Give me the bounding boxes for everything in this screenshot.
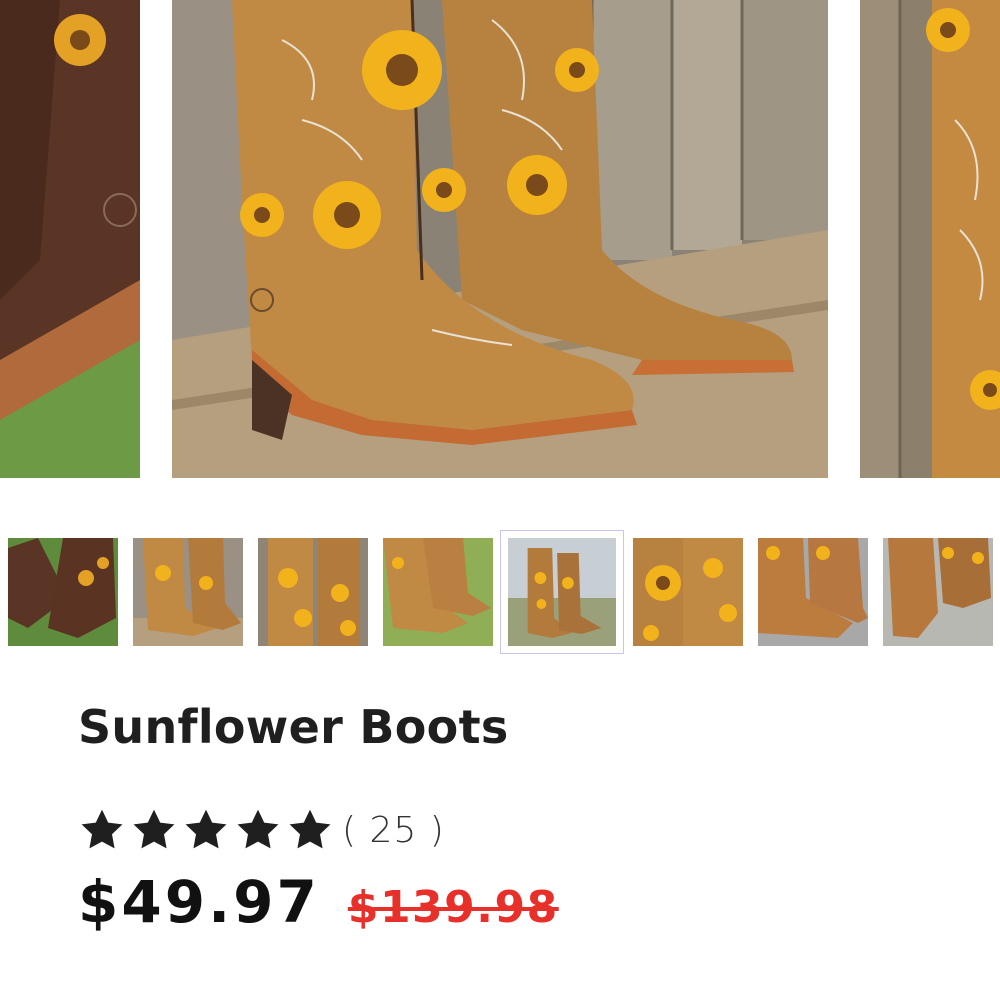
product-image-carousel[interactable] bbox=[0, 0, 1000, 478]
main-product-image[interactable] bbox=[172, 0, 828, 478]
thumbnail-2[interactable] bbox=[133, 538, 243, 646]
star-icon bbox=[78, 806, 126, 854]
thumbnail-5-active[interactable] bbox=[500, 530, 624, 654]
thumbnail-8[interactable] bbox=[883, 538, 993, 646]
product-title: Sunflower Boots bbox=[78, 700, 509, 754]
compare-at-price: $139.98 bbox=[347, 882, 559, 933]
price-row: $49.97 $139.98 bbox=[78, 868, 559, 936]
review-count-link[interactable]: ( 25 ) bbox=[342, 810, 445, 851]
star-rating bbox=[78, 806, 334, 854]
product-rating[interactable]: ( 25 ) bbox=[78, 804, 445, 856]
star-icon bbox=[286, 806, 334, 854]
thumbnail-4[interactable] bbox=[383, 538, 493, 646]
thumbnail-3[interactable] bbox=[258, 538, 368, 646]
star-icon bbox=[182, 806, 230, 854]
previous-slide-image[interactable] bbox=[0, 0, 140, 478]
star-icon bbox=[130, 806, 178, 854]
sale-price: $49.97 bbox=[78, 868, 320, 936]
next-slide-image[interactable] bbox=[860, 0, 1000, 478]
star-icon bbox=[234, 806, 282, 854]
thumbnail-1[interactable] bbox=[8, 538, 118, 646]
thumbnail-7[interactable] bbox=[758, 538, 868, 646]
thumbnail-6[interactable] bbox=[633, 538, 743, 646]
thumbnail-strip bbox=[0, 530, 1000, 654]
